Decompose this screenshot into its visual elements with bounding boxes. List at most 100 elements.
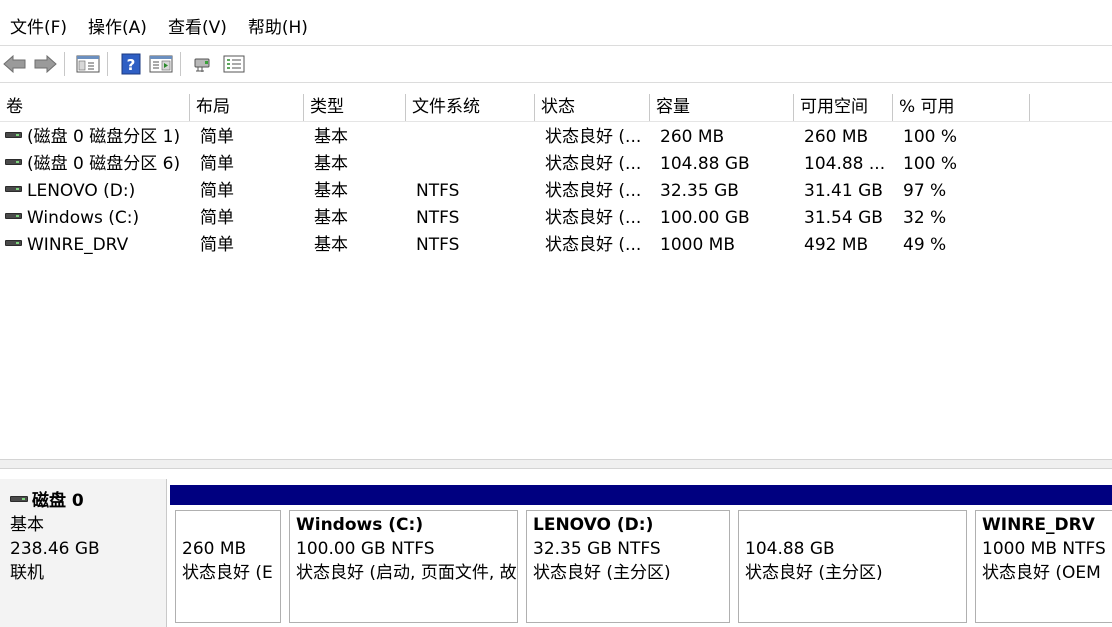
partition-status: 状态良好 (OEM (982, 563, 1101, 583)
volume-type: 基本 (314, 181, 348, 201)
volume-name: LENOVO (D:) (27, 181, 136, 201)
menu-file[interactable]: 文件(F) (0, 12, 78, 45)
partition-status: 状态良好 (启动, 页面文件, 故 (296, 563, 517, 583)
volume-type: 基本 (314, 235, 348, 255)
back-button[interactable] (2, 51, 28, 77)
forward-button[interactable] (32, 51, 58, 77)
volume-filesystem (408, 151, 535, 178)
partition-body: Windows (C:) 100.00 GB NTFS 状态良好 (启动, 页面… (289, 510, 518, 623)
toolbar-separator (180, 52, 181, 76)
volume-capacity: 104.88 GB (660, 154, 750, 174)
volume-status: 状态良好 (... (545, 127, 642, 147)
volume-percent-free: 49 % (903, 235, 947, 255)
volume-type: 基本 (314, 127, 348, 147)
menu-view[interactable]: 查看(V) (158, 12, 238, 45)
partition-body: 260 MB 状态良好 (E (175, 510, 281, 623)
console-tree-icon (76, 55, 100, 73)
volume-layout: 简单 (200, 154, 234, 174)
volume-layout: 简单 (200, 181, 234, 201)
volume-free: 104.88 ... (804, 154, 886, 174)
connect-icon (194, 58, 210, 72)
volume-row[interactable]: (磁盘 0 磁盘分区 1) 简单 基本 状态良好 (... 260 MB 260… (0, 124, 1112, 151)
disk-size: 238.46 GB (10, 539, 100, 559)
partition-block[interactable]: 104.88 GB 状态良好 (主分区) (733, 485, 970, 627)
volume-filesystem (408, 124, 535, 151)
properties-icon (223, 55, 245, 73)
partition-body: LENOVO (D:) 32.35 GB NTFS 状态良好 (主分区) (526, 510, 730, 623)
partition-name: LENOVO (D:) (533, 515, 654, 535)
column-header-free-space[interactable]: 可用空间 (794, 94, 893, 121)
disk-name: 磁盘 0 (32, 491, 84, 511)
menu-help[interactable]: 帮助(H) (238, 12, 319, 45)
volume-icon (5, 159, 22, 165)
column-header-blank (1030, 94, 1112, 121)
volume-free: 31.41 GB (804, 181, 883, 201)
back-arrow-icon (3, 55, 26, 73)
partition-bar (521, 485, 733, 505)
partition-bar (170, 485, 284, 505)
volume-percent-free: 100 % (903, 127, 958, 147)
column-header-layout[interactable]: 布局 (190, 94, 304, 121)
volume-free: 31.54 GB (804, 208, 883, 228)
column-header-status[interactable]: 状态 (535, 94, 650, 121)
partition-size: 32.35 GB NTFS (533, 539, 661, 559)
toolbar: ? (0, 47, 1112, 81)
column-header-volume[interactable]: 卷 (0, 94, 190, 121)
partition-block[interactable]: LENOVO (D:) 32.35 GB NTFS 状态良好 (主分区) (521, 485, 733, 627)
column-header-type[interactable]: 类型 (304, 94, 406, 121)
menu-divider (0, 45, 1112, 46)
toolbar-separator (107, 52, 108, 76)
volume-status: 状态良好 (... (545, 154, 642, 174)
volume-status: 状态良好 (... (545, 208, 642, 228)
volume-icon (5, 213, 22, 219)
volume-list: 卷 布局 类型 文件系统 状态 容量 可用空间 % 可用 (磁盘 0 磁盘分区 … (0, 94, 1112, 459)
partition-size: 104.88 GB (745, 539, 835, 559)
svg-text:?: ? (127, 56, 136, 74)
column-header-capacity[interactable]: 容量 (650, 94, 794, 121)
partition-bar (733, 485, 970, 505)
disk-graphical-view: 磁盘 0 基本 238.46 GB 联机 260 MB 状态良好 (E Wind… (0, 469, 1112, 627)
show-action-pane-button[interactable] (148, 51, 174, 77)
properties-button[interactable] (221, 51, 247, 77)
volume-layout: 简单 (200, 127, 234, 147)
volume-list-header: 卷 布局 类型 文件系统 状态 容量 可用空间 % 可用 (0, 94, 1112, 122)
partition-block[interactable]: WINRE_DRV 1000 MB NTFS 状态良好 (OEM (970, 485, 1112, 627)
volume-row[interactable]: LENOVO (D:) 简单 基本 NTFS 状态良好 (... 32.35 G… (0, 178, 1112, 205)
partition-size: 1000 MB NTFS (982, 539, 1106, 559)
volume-filesystem: NTFS (416, 208, 460, 228)
partition-name: Windows (C:) (296, 515, 424, 535)
volume-percent-free: 100 % (903, 154, 958, 174)
partition-block[interactable]: 260 MB 状态良好 (E (170, 485, 284, 627)
volume-type: 基本 (314, 208, 348, 228)
volume-free: 492 MB (804, 235, 869, 255)
disk-info-panel[interactable]: 磁盘 0 基本 238.46 GB 联机 (0, 479, 167, 627)
volume-percent-free: 32 % (903, 208, 947, 228)
partition-status: 状态良好 (主分区) (533, 563, 671, 583)
connect-button[interactable] (191, 51, 217, 77)
volume-row[interactable]: Windows (C:) 简单 基本 NTFS 状态良好 (... 100.00… (0, 205, 1112, 232)
column-header-percent-free[interactable]: % 可用 (893, 94, 1030, 121)
partition-status: 状态良好 (E (182, 563, 273, 583)
volume-percent-free: 97 % (903, 181, 947, 201)
column-header-filesystem[interactable]: 文件系统 (406, 94, 535, 121)
volume-icon (5, 186, 22, 192)
disk-type: 基本 (10, 515, 44, 535)
volume-row[interactable]: WINRE_DRV 简单 基本 NTFS 状态良好 (... 1000 MB 4… (0, 232, 1112, 259)
volume-capacity: 100.00 GB (660, 208, 750, 228)
volume-status: 状态良好 (... (545, 181, 642, 201)
partition-bar (284, 485, 521, 505)
volume-layout: 简单 (200, 235, 234, 255)
toolbar-separator (64, 52, 65, 76)
disk-state: 联机 (10, 563, 44, 583)
volume-free: 260 MB (804, 127, 869, 147)
pane-splitter[interactable] (0, 459, 1112, 469)
partition-block[interactable]: Windows (C:) 100.00 GB NTFS 状态良好 (启动, 页面… (284, 485, 521, 627)
volume-row[interactable]: (磁盘 0 磁盘分区 6) 简单 基本 状态良好 (... 104.88 GB … (0, 151, 1112, 178)
show-console-tree-button[interactable] (75, 51, 101, 77)
help-button[interactable]: ? (118, 51, 144, 77)
partition-size: 260 MB (182, 539, 247, 559)
volume-name: (磁盘 0 磁盘分区 6) (27, 154, 181, 174)
menu-action[interactable]: 操作(A) (78, 12, 158, 45)
volume-capacity: 260 MB (660, 127, 725, 147)
volume-filesystem: NTFS (416, 181, 460, 201)
